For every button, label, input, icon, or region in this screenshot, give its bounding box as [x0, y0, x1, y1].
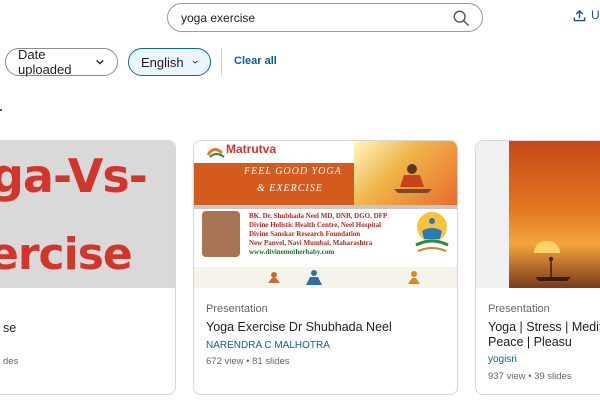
result-card[interactable]: ga-Vs- ercise se des: [0, 140, 176, 395]
language-filter[interactable]: English: [128, 48, 211, 76]
thumbnail-text: ercise: [0, 229, 133, 280]
card-type: Presentation: [206, 303, 268, 315]
card-title[interactable]: Yoga Exercise Dr Shubhada Neel: [206, 320, 392, 335]
card-author[interactable]: yogisri: [488, 354, 517, 365]
search-input[interactable]: [181, 10, 441, 26]
meditation-figure-icon: [394, 164, 432, 193]
thumbnail-text: & EXERCISE: [257, 183, 323, 194]
search-icon[interactable]: [452, 9, 470, 27]
clear-all-link[interactable]: Clear all: [234, 55, 277, 67]
thumbnail-logo-text: Matrutva: [226, 142, 277, 156]
card-title[interactable]: se: [3, 321, 16, 336]
language-filter-label: English: [141, 54, 184, 70]
decorative-dot: [0, 109, 2, 111]
boat-silhouette-icon: [535, 257, 571, 281]
thumbnail-poses: [194, 267, 457, 288]
upload-label: Up: [591, 8, 600, 22]
thumbnail-text: Divine Sanskar Research Foundation: [249, 230, 361, 238]
card-meta: 672 view • 81 slides: [206, 356, 290, 367]
card-meta: 937 view • 39 slides: [488, 371, 572, 382]
card-thumbnail[interactable]: ga-Vs- ercise: [0, 141, 175, 288]
card-thumbnail[interactable]: Matrutva FEEL GOOD YOGA & EXERCISE BK. D…: [194, 141, 457, 288]
upload-button[interactable]: Up: [573, 8, 600, 22]
search-bar[interactable]: [167, 3, 483, 32]
result-card[interactable]: Matrutva FEEL GOOD YOGA & EXERCISE BK. D…: [193, 140, 458, 395]
thumbnail-portrait: [202, 211, 240, 257]
chevron-down-icon: [96, 59, 104, 65]
chevron-down-icon: [192, 60, 198, 64]
result-card[interactable]: Presentation Yoga | Stress | Medita Peac…: [475, 140, 600, 395]
card-type: Presentation: [488, 303, 550, 315]
thumbnail-text: FEEL GOOD YOGA: [244, 166, 342, 177]
thumbnail-text: ga-Vs-: [0, 149, 148, 203]
yoga-poses-icon: [268, 270, 420, 285]
thumbnail-photo: [354, 141, 457, 205]
upload-icon: [573, 9, 586, 21]
thumbnail-text: www.divinemotherbaby.com: [249, 248, 335, 256]
thumbnail-text: New Panvel, Navi Mumbai, Maharashtra: [249, 239, 373, 247]
card-meta: des: [3, 356, 19, 367]
date-filter-label: Date uploaded: [18, 47, 72, 77]
filter-divider: [221, 48, 222, 76]
card-title-line: Peace | Pleasu: [488, 335, 572, 349]
thumbnail-text: BK. Dr. Shubhada Neel MD, DNB, DGO, DFP: [249, 212, 388, 220]
card-author[interactable]: NARENDRA C MALHOTRA: [206, 340, 330, 351]
yoga-day-logo-icon: [415, 212, 449, 252]
card-title-line: Yoga | Stress | Medita: [488, 320, 600, 334]
card-thumbnail[interactable]: [476, 141, 600, 288]
date-uploaded-filter[interactable]: Date uploaded: [5, 47, 118, 77]
thumbnail-text: Divine Holistic Health Centre, Neel Hosp…: [249, 221, 382, 229]
thumbnail-info: BK. Dr. Shubhada Neel MD, DNB, DGO, DFP …: [249, 212, 387, 257]
card-title[interactable]: Yoga | Stress | Medita Peace | Pleasu: [488, 320, 600, 350]
